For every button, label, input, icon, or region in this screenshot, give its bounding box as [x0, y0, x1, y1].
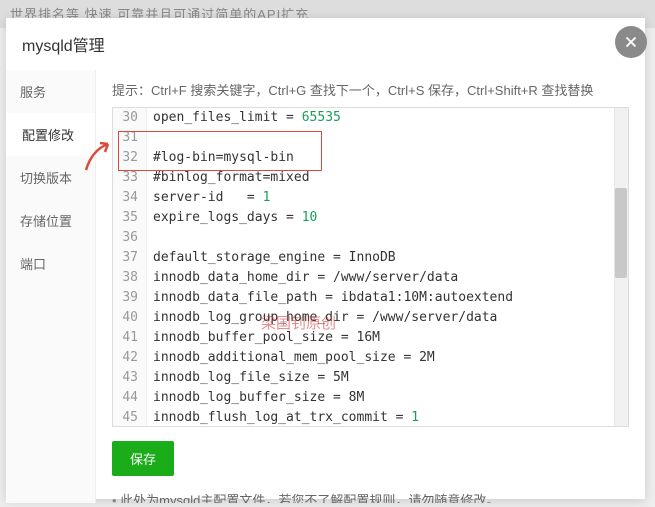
line-code[interactable]: server-id = 1 [147, 188, 270, 208]
editor-line[interactable]: 32#log-bin=mysql-bin [113, 148, 628, 168]
line-number: 31 [113, 128, 147, 148]
scrollbar-thumb[interactable] [615, 188, 627, 278]
editor-line[interactable]: 33#binlog_format=mixed [113, 168, 628, 188]
editor-line[interactable]: 42innodb_additional_mem_pool_size = 2M [113, 348, 628, 368]
line-code[interactable]: innodb_log_group_home_dir = /www/server/… [147, 308, 497, 328]
editor-hint: 提示：Ctrl+F 搜索关键字，Ctrl+G 查找下一个，Ctrl+S 保存，C… [112, 80, 629, 99]
line-number: 45 [113, 408, 147, 426]
line-code[interactable] [147, 128, 153, 148]
scrollbar-track[interactable] [614, 108, 628, 426]
editor-line[interactable]: 44innodb_log_buffer_size = 8M [113, 388, 628, 408]
line-number: 41 [113, 328, 147, 348]
modal-dialog: mysqld管理 服务配置修改切换版本存储位置端口 提示：Ctrl+F 搜索关键… [6, 18, 645, 499]
content-pane: 提示：Ctrl+F 搜索关键字，Ctrl+G 查找下一个，Ctrl+S 保存，C… [96, 70, 645, 503]
line-number: 32 [113, 148, 147, 168]
sidebar: 服务配置修改切换版本存储位置端口 [6, 70, 96, 503]
close-icon [622, 33, 640, 51]
editor-line[interactable]: 40innodb_log_group_home_dir = /www/serve… [113, 308, 628, 328]
editor-line[interactable]: 39innodb_data_file_path = ibdata1:10M:au… [113, 288, 628, 308]
line-code[interactable]: innodb_data_home_dir = /www/server/data [147, 268, 458, 288]
line-code[interactable]: innodb_log_buffer_size = 8M [147, 388, 364, 408]
editor-line[interactable]: 34server-id = 1 [113, 188, 628, 208]
config-editor[interactable]: 30open_files_limit = 655353132#log-bin=m… [112, 107, 629, 427]
line-number: 43 [113, 368, 147, 388]
line-number: 38 [113, 268, 147, 288]
editor-line[interactable]: 38innodb_data_home_dir = /www/server/dat… [113, 268, 628, 288]
editor-line[interactable]: 43innodb_log_file_size = 5M [113, 368, 628, 388]
line-number: 30 [113, 108, 147, 128]
sidebar-item-4[interactable]: 端口 [6, 242, 95, 285]
editor-line[interactable]: 35expire_logs_days = 10 [113, 208, 628, 228]
line-number: 35 [113, 208, 147, 228]
line-code[interactable]: innodb_buffer_pool_size = 16M [147, 328, 380, 348]
sidebar-item-0[interactable]: 服务 [6, 70, 95, 113]
line-number: 40 [113, 308, 147, 328]
editor-line[interactable]: 37default_storage_engine = InnoDB [113, 248, 628, 268]
modal-title: mysqld管理 [6, 18, 645, 70]
line-number: 36 [113, 228, 147, 248]
line-code[interactable]: default_storage_engine = InnoDB [147, 248, 396, 268]
editor-line[interactable]: 41innodb_buffer_pool_size = 16M [113, 328, 628, 348]
editor-line[interactable]: 31 [113, 128, 628, 148]
line-code[interactable]: open_files_limit = 65535 [147, 108, 341, 128]
editor-line[interactable]: 30open_files_limit = 65535 [113, 108, 628, 128]
line-code[interactable]: innodb_additional_mem_pool_size = 2M [147, 348, 435, 368]
line-code[interactable]: innodb_log_file_size = 5M [147, 368, 349, 388]
line-code[interactable]: #binlog_format=mixed [147, 168, 310, 188]
line-number: 37 [113, 248, 147, 268]
editor-line[interactable]: 45innodb_flush_log_at_trx_commit = 1 [113, 408, 628, 426]
line-number: 44 [113, 388, 147, 408]
line-code[interactable]: #log-bin=mysql-bin [147, 148, 294, 168]
save-button[interactable]: 保存 [112, 441, 174, 476]
annotation-arrow-icon [78, 138, 116, 182]
line-code[interactable] [147, 228, 153, 248]
sidebar-item-3[interactable]: 存储位置 [6, 199, 95, 242]
line-number: 39 [113, 288, 147, 308]
config-note: 此处为mysqld主配置文件，若您不了解配置规则，请勿随意修改。 [112, 490, 629, 503]
editor-line[interactable]: 36 [113, 228, 628, 248]
close-button[interactable] [615, 26, 647, 58]
line-number: 42 [113, 348, 147, 368]
line-code[interactable]: innodb_data_file_path = ibdata1:10M:auto… [147, 288, 513, 308]
line-code[interactable]: expire_logs_days = 10 [147, 208, 317, 228]
line-code[interactable]: innodb_flush_log_at_trx_commit = 1 [147, 408, 419, 426]
line-number: 33 [113, 168, 147, 188]
line-number: 34 [113, 188, 147, 208]
